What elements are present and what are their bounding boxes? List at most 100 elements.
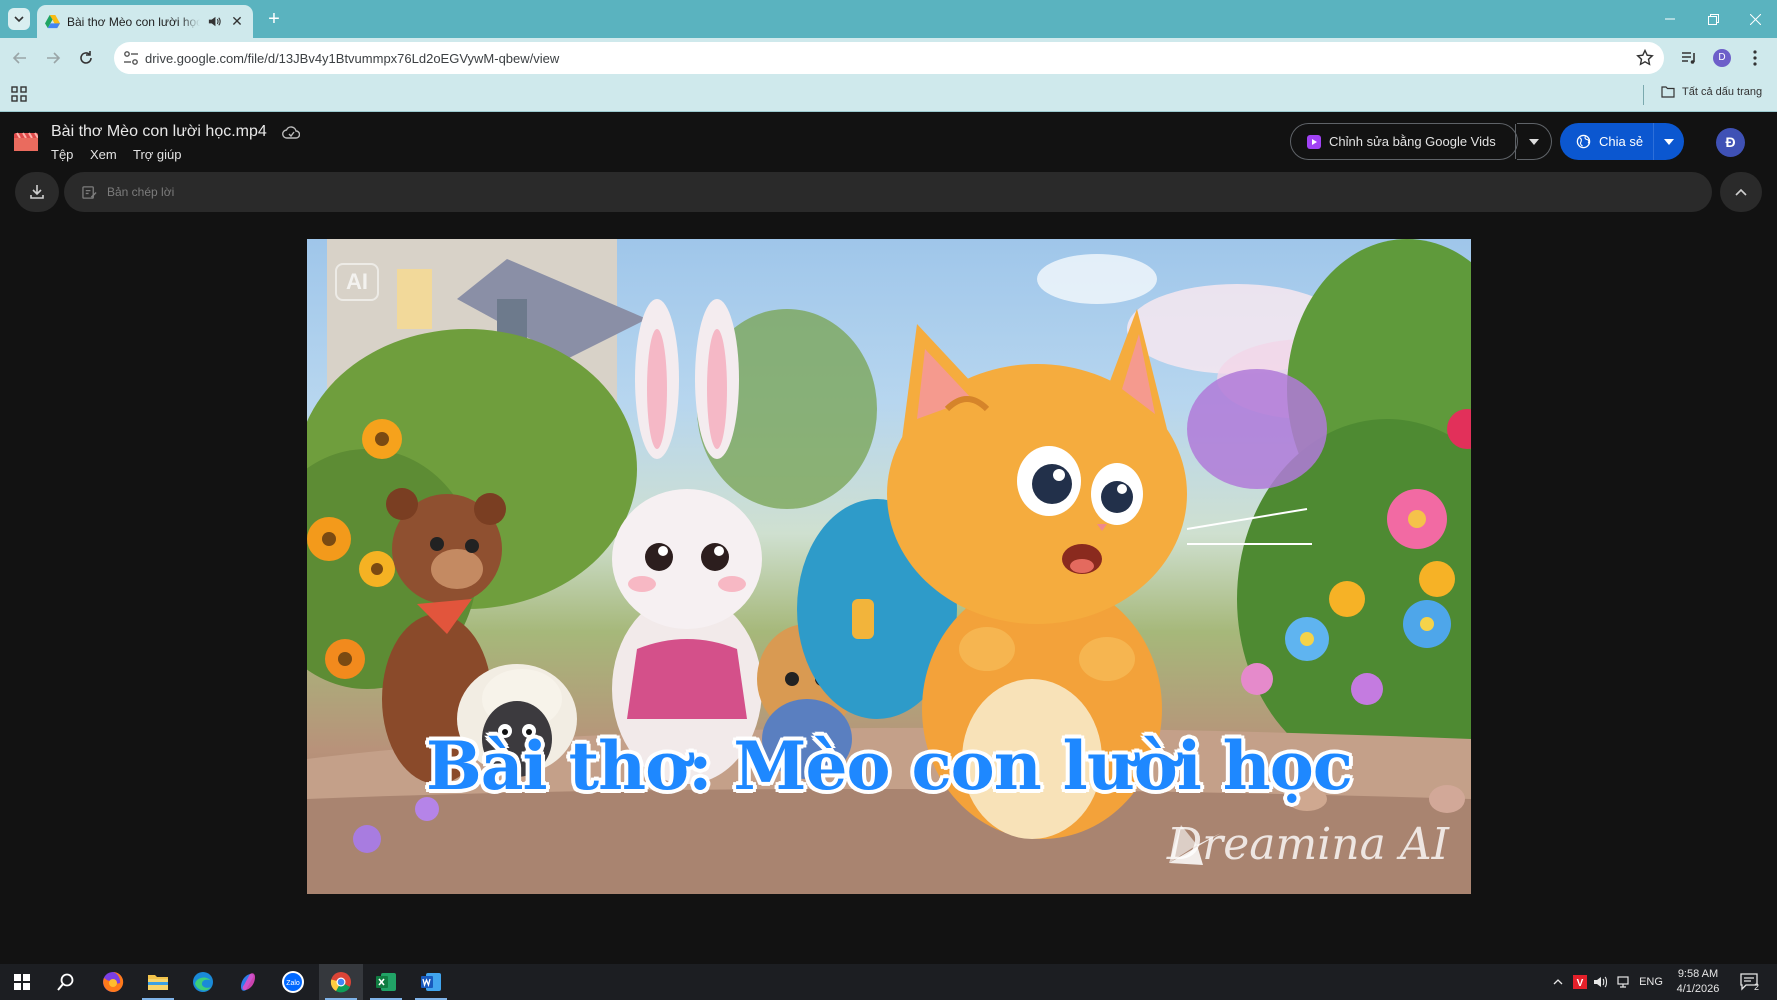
google-vids-icon — [1307, 134, 1321, 149]
tab-title: Bài thơ Mèo con lười học.mp4 — [67, 14, 200, 29]
show-hidden-icons-button[interactable] — [1548, 964, 1568, 1000]
firefox-taskbar-button[interactable] — [91, 964, 135, 1000]
video-player[interactable]: AI Bài thơ: Mèo con lười học Dreamina AI — [307, 239, 1471, 894]
profile-avatar: D — [1713, 49, 1731, 67]
browser-tabstrip: Bài thơ Mèo con lười học.mp4 ✕ + — [0, 0, 1777, 38]
speaker-icon — [1594, 976, 1608, 988]
network-tray-icon[interactable] — [1613, 964, 1633, 1000]
dreamina-watermark: Dreamina AI — [1167, 819, 1449, 870]
address-bar[interactable]: drive.google.com/file/d/13JBv4y1Btvummpx… — [114, 42, 1664, 74]
windows-taskbar: Zalo V ENG 9:58 AM 4/1/2026 2 — [0, 964, 1777, 1000]
edit-with-vids-dropdown[interactable] — [1517, 123, 1552, 160]
media-controls-button[interactable] — [1678, 47, 1700, 69]
bookmarks-divider — [1643, 85, 1644, 105]
cloud-offline-icon[interactable] — [282, 124, 300, 142]
svg-text:Zalo: Zalo — [286, 980, 300, 987]
excel-taskbar-button[interactable] — [364, 964, 408, 1000]
notification-count: 2 — [1754, 982, 1760, 992]
ai-badge: AI — [335, 263, 379, 301]
edge-taskbar-button[interactable] — [181, 964, 225, 1000]
folder-icon — [1661, 86, 1675, 98]
account-avatar[interactable]: Đ — [1716, 128, 1745, 157]
video-file-icon — [14, 132, 38, 151]
new-tab-button[interactable]: + — [262, 7, 286, 31]
transcript-icon — [82, 185, 97, 199]
share-dropdown[interactable] — [1654, 123, 1684, 160]
windows-logo-icon — [14, 974, 30, 990]
chevron-down-icon — [14, 16, 24, 23]
file-explorer-taskbar-button[interactable] — [136, 964, 180, 1000]
dreamina-logo-icon — [1168, 825, 1221, 865]
volume-tray-icon[interactable] — [1591, 964, 1611, 1000]
tab-search-button[interactable] — [8, 8, 30, 30]
back-button[interactable] — [9, 47, 31, 69]
drive-video-viewer: Bài thơ Mèo con lười học.mp4 Tệp Xem Trợ… — [0, 112, 1777, 964]
notifications-button[interactable]: 2 — [1735, 964, 1765, 1000]
svg-text:V: V — [1577, 978, 1584, 989]
close-tab-icon[interactable]: ✕ — [229, 13, 245, 30]
excel-icon — [376, 973, 396, 991]
folder-icon — [148, 975, 168, 990]
arrow-left-icon — [12, 52, 26, 64]
speaker-icon[interactable] — [207, 14, 222, 29]
zalo-taskbar-button[interactable]: Zalo — [271, 964, 315, 1000]
share-label: Chia sẻ — [1599, 134, 1644, 149]
copilot-icon — [241, 973, 255, 991]
menu-help[interactable]: Trợ giúp — [133, 147, 182, 162]
minimize-button[interactable] — [1655, 8, 1685, 30]
chrome-menu-button[interactable] — [1744, 47, 1766, 69]
menu-file[interactable]: Tệp — [51, 147, 73, 162]
system-clock[interactable]: 9:58 AM 4/1/2026 — [1672, 967, 1724, 997]
clock-date: 4/1/2026 — [1676, 983, 1720, 995]
edge-icon — [193, 972, 213, 992]
share-button[interactable]: Chia sẻ — [1560, 123, 1684, 160]
search-icon — [57, 973, 74, 991]
network-icon — [1617, 976, 1629, 988]
all-bookmarks-label: Tất cả dấu trang — [1682, 86, 1763, 98]
browser-toolbar: drive.google.com/file/d/13JBv4y1Btvummpx… — [0, 38, 1777, 78]
unikey-tray-icon[interactable]: V — [1570, 964, 1590, 1000]
firefox-icon — [103, 971, 124, 992]
chrome-taskbar-button[interactable] — [319, 964, 363, 1000]
transcript-bar[interactable]: Bản chép lời — [64, 172, 1712, 212]
chrome-icon — [330, 972, 351, 993]
collapse-transcript-button[interactable] — [1720, 172, 1762, 212]
all-bookmarks-button[interactable]: Tất cả dấu trang — [1661, 86, 1762, 98]
profile-button[interactable]: D — [1711, 47, 1733, 69]
caret-down-icon — [1664, 138, 1674, 145]
forward-button[interactable] — [42, 47, 64, 69]
minimize-icon — [1665, 18, 1675, 20]
download-button[interactable] — [15, 172, 59, 212]
restore-button[interactable] — [1698, 8, 1728, 30]
file-title: Bài thơ Mèo con lười học.mp4 — [51, 123, 267, 140]
download-icon — [30, 185, 44, 199]
unikey-icon: V — [1573, 975, 1587, 989]
caret-down-icon — [1529, 138, 1539, 145]
google-drive-icon — [45, 14, 60, 29]
video-caption: Bài thơ: Mèo con lười học — [426, 727, 1353, 805]
chevron-up-icon — [1735, 188, 1747, 196]
transcript-label: Bản chép lời — [107, 185, 175, 199]
word-taskbar-button[interactable] — [409, 964, 453, 1000]
globe-icon — [1576, 134, 1591, 149]
media-queue-icon — [1682, 52, 1695, 64]
apps-grid-icon[interactable] — [11, 86, 27, 102]
tab-drive-file[interactable]: Bài thơ Mèo con lười học.mp4 ✕ — [37, 5, 253, 38]
search-button[interactable] — [44, 964, 88, 1000]
reload-button[interactable] — [75, 47, 97, 69]
copilot-taskbar-button[interactable] — [226, 964, 270, 1000]
menu-view[interactable]: Xem — [90, 147, 117, 162]
start-button[interactable] — [0, 964, 44, 1000]
site-info-icon[interactable] — [122, 50, 140, 66]
bookmark-star-icon[interactable] — [1636, 49, 1654, 67]
zalo-icon: Zalo — [282, 971, 304, 993]
input-language[interactable]: ENG — [1636, 964, 1666, 1000]
reload-icon — [80, 51, 92, 64]
close-window-button[interactable] — [1740, 8, 1770, 30]
bookmarks-bar: Tất cả dấu trang — [0, 78, 1777, 112]
arrow-right-icon — [47, 52, 61, 64]
word-icon — [421, 973, 441, 991]
url-text[interactable]: drive.google.com/file/d/13JBv4y1Btvummpx… — [145, 51, 559, 66]
restore-icon — [1707, 13, 1719, 25]
edit-with-vids-button[interactable]: Chỉnh sửa bằng Google Vids — [1290, 123, 1518, 160]
